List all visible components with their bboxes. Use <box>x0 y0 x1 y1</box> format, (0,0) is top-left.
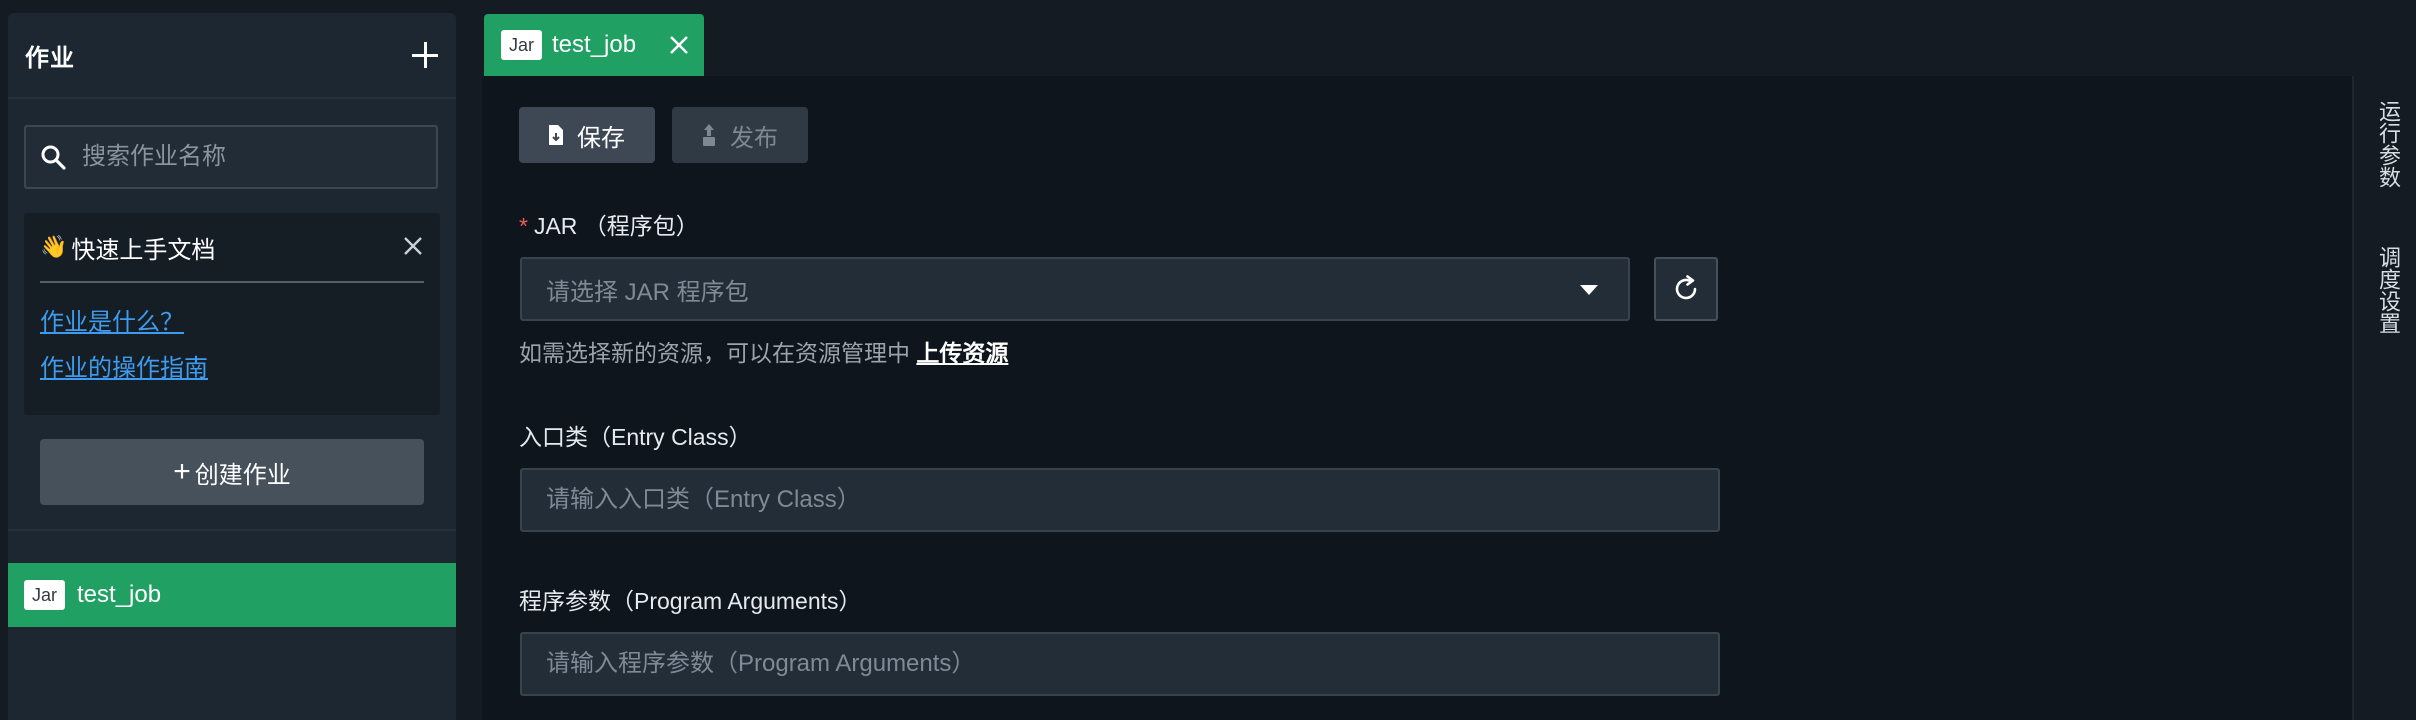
job-sidebar: 作业 👋 快速上手文档 作业是什么？ 作业的操作指南 + 创建作业 Jar te… <box>8 13 456 720</box>
plus-icon: + <box>173 455 191 488</box>
doc-link-job-guide[interactable]: 作业的操作指南 <box>40 354 424 384</box>
sidebar-header: 作业 <box>8 13 456 99</box>
publish-label: 发布 <box>730 124 778 152</box>
job-editor-panel: 保存 发布 * JAR （程序包） 请选择 JAR 程序包 如需选择新的资源，可以… <box>482 76 2352 720</box>
save-button[interactable]: 保存 <box>519 107 655 163</box>
jar-badge: Jar <box>24 580 66 610</box>
tab-label: test_job <box>552 31 637 58</box>
add-job-icon[interactable] <box>412 42 438 68</box>
jar-select[interactable]: 请选择 JAR 程序包 <box>520 257 1630 321</box>
refresh-icon <box>1675 275 1697 300</box>
entry-class-input[interactable] <box>520 468 1720 532</box>
tab-test-job[interactable]: Jar test_job <box>484 14 704 76</box>
upload-resource-link[interactable]: 上传资源 <box>916 340 1008 366</box>
entry-class-label: 入口类（Entry Class） <box>519 424 752 450</box>
save-file-icon <box>549 125 563 145</box>
search-icon <box>41 145 66 170</box>
tab-run-params[interactable]: 运行参数 <box>2374 100 2402 188</box>
tab-jar-badge: Jar <box>501 30 543 60</box>
create-job-label: 创建作业 <box>194 461 291 489</box>
quick-start-title-text: 快速上手文档 <box>71 236 216 264</box>
jar-select-placeholder: 请选择 JAR 程序包 <box>546 278 749 306</box>
sidebar-title: 作业 <box>25 44 75 72</box>
job-list-item[interactable]: Jar test_job <box>8 563 456 627</box>
create-job-button[interactable]: + 创建作业 <box>40 439 424 505</box>
job-search-box <box>24 125 438 189</box>
tab-close-icon[interactable] <box>668 34 690 56</box>
job-name: test_job <box>77 581 162 608</box>
tab-schedule-settings[interactable]: 调度设置 <box>2374 246 2402 334</box>
jar-helper-text: 如需选择新的资源，可以在资源管理中 上传资源 <box>519 334 1008 368</box>
jar-label-text: JAR （程序包） <box>533 213 699 239</box>
jar-field-label: * JAR （程序包） <box>519 207 699 241</box>
program-args-label: 程序参数（Program Arguments） <box>519 588 862 614</box>
publish-icon <box>703 124 715 146</box>
quick-start-title: 👋 快速上手文档 <box>40 213 424 283</box>
publish-button[interactable]: 发布 <box>672 107 808 163</box>
search-input[interactable] <box>66 127 422 187</box>
program-args-input[interactable] <box>520 632 1720 696</box>
waving-hand-icon: 👋 <box>40 234 68 259</box>
right-settings-rail: 运行参数 调度设置 <box>2352 76 2416 720</box>
close-icon[interactable] <box>402 235 424 257</box>
quick-start-card: 👋 快速上手文档 作业是什么？ 作业的操作指南 <box>24 213 440 415</box>
sidebar-divider <box>8 529 456 531</box>
refresh-button[interactable] <box>1654 257 1718 321</box>
required-mark: * <box>519 213 528 239</box>
chevron-down-icon <box>1580 285 1598 295</box>
jar-helper-message: 如需选择新的资源，可以在资源管理中 <box>519 340 910 366</box>
doc-link-what-is-job[interactable]: 作业是什么？ <box>40 308 424 338</box>
save-label: 保存 <box>577 124 625 152</box>
